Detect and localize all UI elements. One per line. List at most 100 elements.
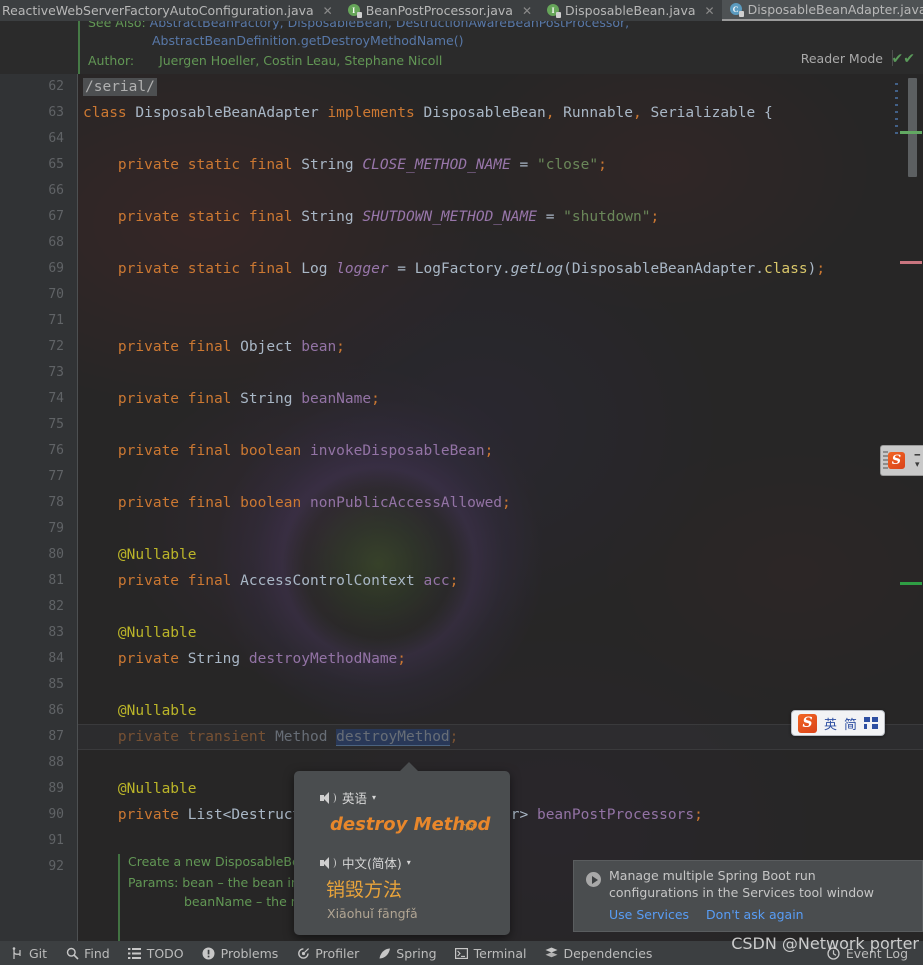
code-line[interactable]: private final AccessControlContext acc; (83, 568, 458, 594)
code-token: private final (117, 339, 241, 355)
code-token: implements (327, 105, 424, 121)
code-line[interactable]: private String destroyMethodName; (83, 646, 406, 672)
java-interface-icon: I (547, 4, 562, 18)
sogou-ime-toolbar[interactable]: S 英 简 (791, 710, 885, 736)
target-language-label: 中文(简体) (342, 856, 402, 871)
status-bar-item-dependencies[interactable]: Dependencies (535, 941, 661, 965)
code-token: ; (694, 807, 703, 823)
terminal-icon (455, 946, 469, 960)
editor-tab-0[interactable]: ReactiveWebServerFactoryAutoConfiguratio… (0, 0, 340, 21)
marker-green-1[interactable] (900, 131, 922, 134)
speaker-icon[interactable] (320, 856, 336, 870)
code-line[interactable]: /serial/ (83, 74, 157, 100)
status-bar-item-git[interactable]: Git (0, 941, 56, 965)
code-token: @Nullable (117, 781, 197, 797)
code-line[interactable]: @Nullable (83, 542, 197, 568)
code-line[interactable]: class DisposableBeanAdapter implements D… (83, 100, 773, 126)
code-token: nonPublicAccessAllowed (309, 495, 503, 511)
code-token: Serializable (650, 105, 764, 121)
use-services-link[interactable]: Use Services (609, 907, 689, 922)
close-icon[interactable]: ✕ (522, 5, 532, 17)
code-line[interactable]: private final Object bean; (83, 334, 345, 360)
code-token: LogFactory. (414, 261, 511, 277)
code-token: class (83, 105, 136, 121)
code-token: (DisposableBeanAdapter. (563, 261, 764, 277)
code-token: ; (598, 157, 607, 173)
code-token: { (763, 105, 773, 121)
code-token: SHUTDOWN_METHOD_NAME (362, 209, 546, 225)
chevron-down-icon[interactable]: ━ ▾ (915, 451, 920, 470)
code-token: ; (371, 391, 380, 407)
code-token: , (633, 105, 651, 121)
chevron-down-icon[interactable]: ▾ (372, 793, 376, 802)
ime-language-mode[interactable]: 英 (824, 714, 837, 733)
source-language-row[interactable]: 英语 ▾ (320, 788, 376, 807)
translation-popup[interactable]: 英语 ▾ destroy Method ☆ 中文(简体) ▾ 销毁方法 Xiāo… (294, 762, 510, 935)
code-token: DisposableBeanAdapter (135, 105, 328, 121)
javadoc-see-also-link-2[interactable]: AbstractBeanDefinition.getDestroyMethodN… (152, 33, 464, 48)
code-token: String (240, 391, 302, 407)
status-bar-label: Spring (396, 945, 437, 961)
code-token: ; (397, 651, 407, 667)
status-bar-item-find[interactable]: Find (56, 941, 119, 965)
code-token: String (301, 209, 363, 225)
vertical-scrollbar-thumb[interactable] (908, 78, 917, 177)
editor-tab-2[interactable]: I DisposableBean.java ✕ (539, 0, 722, 21)
sogou-logo-icon[interactable]: S (798, 713, 817, 733)
ide-window: ReactiveWebServerFactoryAutoConfiguratio… (0, 0, 923, 965)
double-check-icon[interactable]: ✔✔ (892, 51, 915, 67)
editor-tab-1[interactable]: I BeanPostProcessor.java ✕ (339, 0, 540, 21)
code-line[interactable]: private final boolean invokeDisposableBe… (83, 438, 493, 464)
code-line[interactable]: private static final String CLOSE_METHOD… (83, 152, 607, 178)
code-line[interactable]: @Nullable (83, 776, 197, 802)
code-token: = (545, 209, 564, 225)
close-icon[interactable]: ✕ (323, 5, 333, 17)
code-token: ; (650, 209, 660, 225)
chevron-down-icon[interactable]: ▾ (407, 858, 411, 867)
code-line[interactable]: private final String beanName; (83, 386, 380, 412)
target-language-row[interactable]: 中文(简体) ▾ (320, 853, 411, 872)
status-bar-item-problems[interactable]: Problems (193, 941, 288, 965)
code-line[interactable]: private final boolean nonPublicAccessAll… (83, 490, 511, 516)
spring-leaf-icon (377, 946, 391, 960)
warning-icon (202, 946, 216, 960)
ime-shape-mode[interactable]: 简 (844, 714, 857, 733)
speaker-icon[interactable] (320, 791, 336, 805)
javadoc-header-block: See Also: AbstractBeanFactory, Disposabl… (0, 21, 923, 74)
code-token: AccessControlContext (240, 573, 424, 589)
code-line[interactable]: @Nullable (83, 698, 197, 724)
status-bar-item-todo[interactable]: TODO (119, 941, 193, 965)
reader-mode-label[interactable]: Reader Mode (801, 51, 883, 66)
favorite-star-icon[interactable]: ☆ (462, 816, 476, 835)
marker-green-2[interactable] (900, 582, 922, 585)
code-token: private final (117, 391, 241, 407)
code-token: getLog (510, 261, 564, 277)
code-token: "shutdown" (563, 209, 651, 225)
code-line[interactable]: @Nullable (83, 620, 197, 646)
code-line[interactable]: private static final String SHUTDOWN_MET… (83, 204, 659, 230)
status-bar-label: TODO (146, 945, 184, 961)
status-bar-item-profiler[interactable]: Profiler (287, 941, 368, 965)
status-bar-item-terminal[interactable]: Terminal (446, 941, 536, 965)
tab-label: DisposableBean.java (565, 3, 696, 18)
keyboard-icon[interactable] (864, 717, 879, 729)
editor-tab-3[interactable]: C DisposableBeanAdapter.java ✕ (721, 0, 923, 21)
code-token: private static final (117, 209, 302, 225)
code-line[interactable]: private static final Log logger = LogFac… (83, 256, 825, 282)
javadoc-see-also-links[interactable]: AbstractBeanFactory, DisposableBean, Des… (150, 21, 629, 30)
notification-balloon[interactable]: Manage multiple Spring Boot run configur… (573, 860, 923, 932)
close-icon[interactable]: ✕ (705, 5, 715, 17)
dont-ask-again-link[interactable]: Don't ask again (706, 907, 804, 922)
marker-red-1[interactable] (900, 261, 922, 264)
sogou-edge-widget[interactable]: S ━ ▾ (880, 445, 923, 476)
javadoc-see-also-row: See Also: AbstractBeanFactory, Disposabl… (88, 21, 629, 30)
code-token: class (763, 261, 808, 277)
status-bar-item-spring[interactable]: Spring (368, 941, 445, 965)
code-token: private (117, 651, 188, 667)
